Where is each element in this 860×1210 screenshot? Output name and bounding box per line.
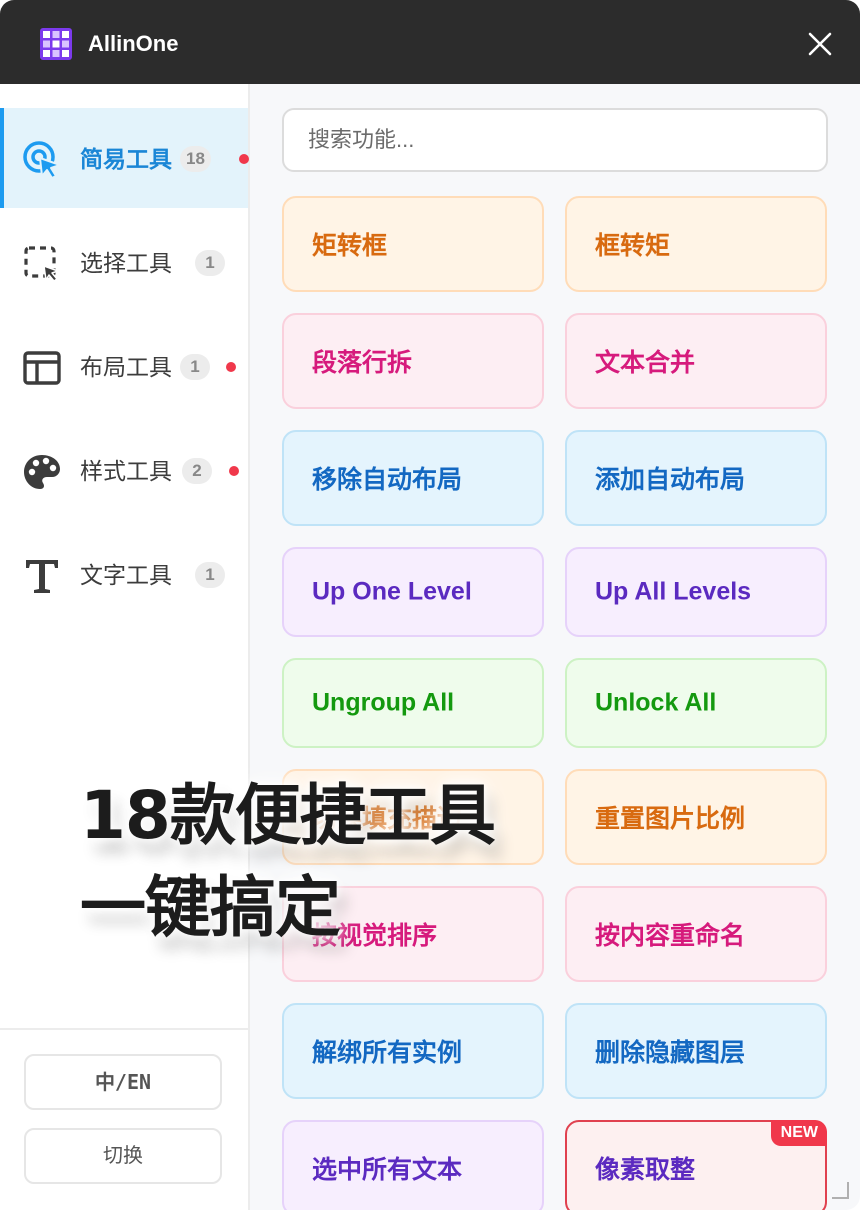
notification-dot [239, 154, 249, 164]
tool-label: 选中所有文本 [312, 1156, 463, 1184]
tool-up-all-levels-button[interactable]: Up All Levels [565, 547, 827, 637]
tool-reset-image-ratio-button[interactable]: 重置图片比例 [565, 769, 827, 865]
sidebar-item-label: 选择工具 [80, 250, 172, 276]
tool-rename-by-content-button[interactable]: 按内容重命名 [565, 886, 827, 982]
sidebar: 简易工具 18 选择工具 1 布局工具 1 样式工具 2 文字工具 1 中/EN… [0, 84, 250, 1210]
main-panel: 矩转框 框转矩 段落行拆 文本合并 移除自动布局 添加自动布局 Up One L… [250, 84, 860, 1210]
tool-label: Ungroup All [312, 688, 455, 717]
tool-select-all-text-button[interactable]: 选中所有文本 [282, 1120, 544, 1210]
tool-label: Unlock All [595, 688, 717, 717]
title-bar: AllinOne [0, 0, 860, 84]
count-badge: 1 [195, 562, 225, 588]
sidebar-item-layout-tools[interactable]: 布局工具 1 [0, 316, 248, 416]
tool-frame-to-rect-button[interactable]: 框转矩 [565, 196, 827, 292]
tool-add-autolayout-button[interactable]: 添加自动布局 [565, 430, 827, 526]
notification-dot [229, 466, 239, 476]
selection-icon [24, 246, 59, 282]
app-window: AllinOne 简易工具 18 选择工具 1 布局工具 1 样式工具 2 文字… [0, 0, 860, 1210]
tool-merge-text-button[interactable]: 文本合并 [565, 313, 827, 409]
notification-dot [226, 362, 236, 372]
app-logo-icon [40, 28, 72, 60]
layout-icon [23, 351, 61, 385]
tool-label: 解绑所有实例 [312, 1039, 463, 1067]
tool-label: 矩转框 [312, 232, 388, 260]
sidebar-divider [0, 1028, 248, 1030]
sidebar-item-label: 简易工具 [80, 146, 172, 172]
tool-label: 删除隐藏图层 [595, 1039, 746, 1067]
close-icon[interactable] [804, 28, 836, 60]
promo-headline: 18款便捷工具 [80, 777, 496, 854]
sidebar-item-text-tools[interactable]: 文字工具 1 [0, 524, 248, 624]
search-input[interactable] [282, 108, 828, 172]
tool-pixel-round-button[interactable]: 像素取整 NEW [565, 1120, 827, 1210]
sidebar-item-label: 文字工具 [80, 562, 172, 588]
tool-label: 像素取整 [595, 1156, 696, 1184]
text-t-icon [26, 560, 58, 593]
app-title: AllinOne [88, 31, 179, 56]
sidebar-item-label: 样式工具 [80, 458, 172, 484]
tool-label: 按内容重命名 [595, 922, 746, 950]
count-badge: 1 [180, 354, 210, 380]
promo-subheadline: 一键搞定 [80, 869, 341, 946]
sidebar-item-style-tools[interactable]: 样式工具 2 [0, 420, 248, 520]
tool-label: 文本合并 [595, 349, 696, 377]
tool-detach-instances-button[interactable]: 解绑所有实例 [282, 1003, 544, 1099]
palette-icon [24, 455, 60, 489]
tool-up-one-level-button[interactable]: Up One Level [282, 547, 544, 637]
tool-label: Up One Level [312, 577, 472, 606]
promo-overlay: 18款便捷工具 一键搞定 [80, 770, 540, 954]
tool-label: 框转矩 [595, 232, 671, 260]
tool-label: 移除自动布局 [312, 466, 463, 494]
sidebar-item-simple-tools[interactable]: 简易工具 18 [0, 108, 249, 208]
tool-label: 添加自动布局 [595, 466, 746, 494]
tool-split-paragraph-button[interactable]: 段落行拆 [282, 313, 544, 409]
pointer-click-icon [23, 141, 61, 179]
tool-remove-autolayout-button[interactable]: 移除自动布局 [282, 430, 544, 526]
count-badge: 2 [182, 458, 212, 484]
tool-rect-to-frame-button[interactable]: 矩转框 [282, 196, 544, 292]
switch-button[interactable]: 切换 [24, 1128, 222, 1184]
tool-delete-hidden-layers-button[interactable]: 删除隐藏图层 [565, 1003, 827, 1099]
tool-ungroup-all-button[interactable]: Ungroup All [282, 658, 544, 748]
tool-unlock-all-button[interactable]: Unlock All [565, 658, 827, 748]
tool-label: 段落行拆 [312, 349, 413, 377]
tool-label: 重置图片比例 [595, 805, 746, 833]
sidebar-item-select-tools[interactable]: 选择工具 1 [0, 212, 248, 312]
tool-label: Up All Levels [595, 577, 752, 606]
count-badge: 1 [195, 250, 225, 276]
count-badge: 18 [180, 146, 211, 172]
resize-handle-icon[interactable] [828, 1178, 852, 1202]
language-toggle-button[interactable]: 中/EN [24, 1054, 222, 1110]
sidebar-item-label: 布局工具 [80, 354, 172, 380]
new-badge: NEW [770, 1120, 827, 1146]
